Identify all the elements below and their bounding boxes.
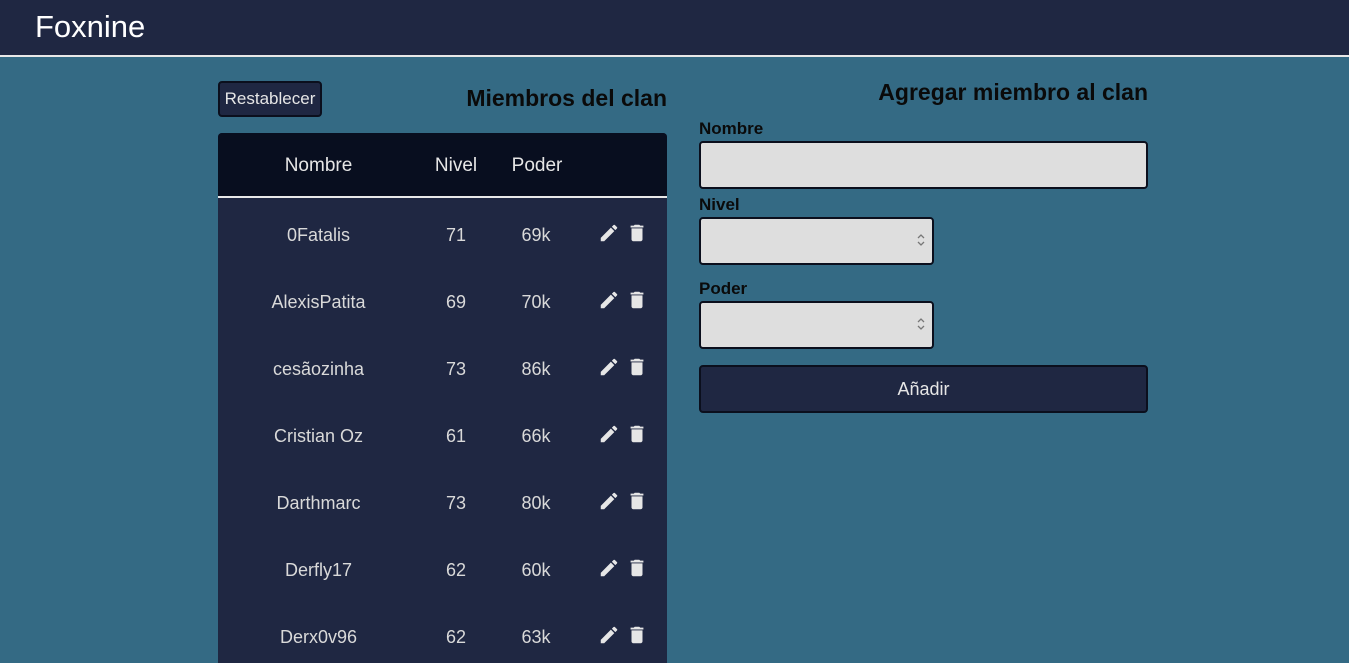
table-header: Nombre Nivel Poder: [218, 133, 667, 198]
members-table: Nombre Nivel Poder 0Fatalis 71 69k AlexisPa…: [218, 133, 667, 663]
name-input[interactable]: [699, 141, 1148, 189]
column-header-power: Poder: [511, 155, 563, 176]
edit-icon[interactable]: [598, 423, 620, 445]
member-name: Cristian Oz: [273, 426, 363, 446]
trash-icon[interactable]: [626, 222, 648, 244]
table-row: cesãozinha 73 86k: [218, 336, 667, 403]
member-power: 63k: [521, 627, 551, 647]
edit-icon[interactable]: [598, 490, 620, 512]
edit-icon[interactable]: [598, 289, 620, 311]
edit-icon[interactable]: [598, 222, 620, 244]
member-name: AlexisPatita: [271, 292, 366, 312]
power-input[interactable]: [699, 301, 934, 349]
member-level: 73: [445, 359, 467, 379]
app-brand: Foxnine: [35, 9, 146, 44]
member-level: 61: [445, 426, 467, 446]
level-label: Nivel: [699, 195, 740, 214]
member-power: 80k: [521, 493, 551, 513]
add-button[interactable]: Añadir: [699, 365, 1148, 413]
trash-icon[interactable]: [626, 557, 648, 579]
table-row: Cristian Oz 61 66k: [218, 403, 667, 470]
member-level: 62: [445, 627, 467, 647]
column-header-level: Nivel: [434, 155, 478, 176]
member-power: 86k: [521, 359, 551, 379]
member-power: 60k: [521, 560, 551, 580]
table-row: Derx0v96 62 63k: [218, 604, 667, 663]
trash-icon[interactable]: [626, 289, 648, 311]
table-row: Derfly17 62 60k: [218, 537, 667, 604]
column-header-name: Nombre: [284, 155, 353, 176]
level-field: [699, 217, 934, 265]
edit-icon[interactable]: [598, 557, 620, 579]
power-stepper-icon[interactable]: [916, 316, 926, 332]
level-input[interactable]: [699, 217, 934, 265]
member-level: 73: [445, 493, 467, 513]
members-title: Miembros del clan: [466, 85, 667, 111]
name-label: Nombre: [699, 119, 764, 138]
member-power: 66k: [521, 426, 551, 446]
member-power: 70k: [521, 292, 551, 312]
top-navbar: Foxnine: [0, 0, 1349, 57]
power-label: Poder: [699, 279, 748, 298]
trash-icon[interactable]: [626, 423, 648, 445]
member-name: Derx0v96: [279, 627, 358, 647]
table-row: 0Fatalis 71 69k: [218, 202, 667, 269]
edit-icon[interactable]: [598, 356, 620, 378]
member-level: 71: [445, 225, 467, 245]
table-row: Darthmarc 73 80k: [218, 470, 667, 537]
member-name: Darthmarc: [276, 493, 361, 513]
reset-button[interactable]: Restablecer: [218, 81, 322, 117]
member-name: cesãozinha: [272, 359, 365, 379]
member-name: Derfly17: [284, 560, 353, 580]
member-level: 62: [445, 560, 467, 580]
trash-icon[interactable]: [626, 490, 648, 512]
power-field: [699, 301, 934, 349]
level-stepper-icon[interactable]: [916, 232, 926, 248]
member-name: 0Fatalis: [286, 225, 351, 245]
member-level: 69: [445, 292, 467, 312]
add-member-title: Agregar miembro al clan: [878, 79, 1148, 105]
trash-icon[interactable]: [626, 356, 648, 378]
table-row: AlexisPatita 69 70k: [218, 269, 667, 336]
member-power: 69k: [521, 225, 551, 245]
